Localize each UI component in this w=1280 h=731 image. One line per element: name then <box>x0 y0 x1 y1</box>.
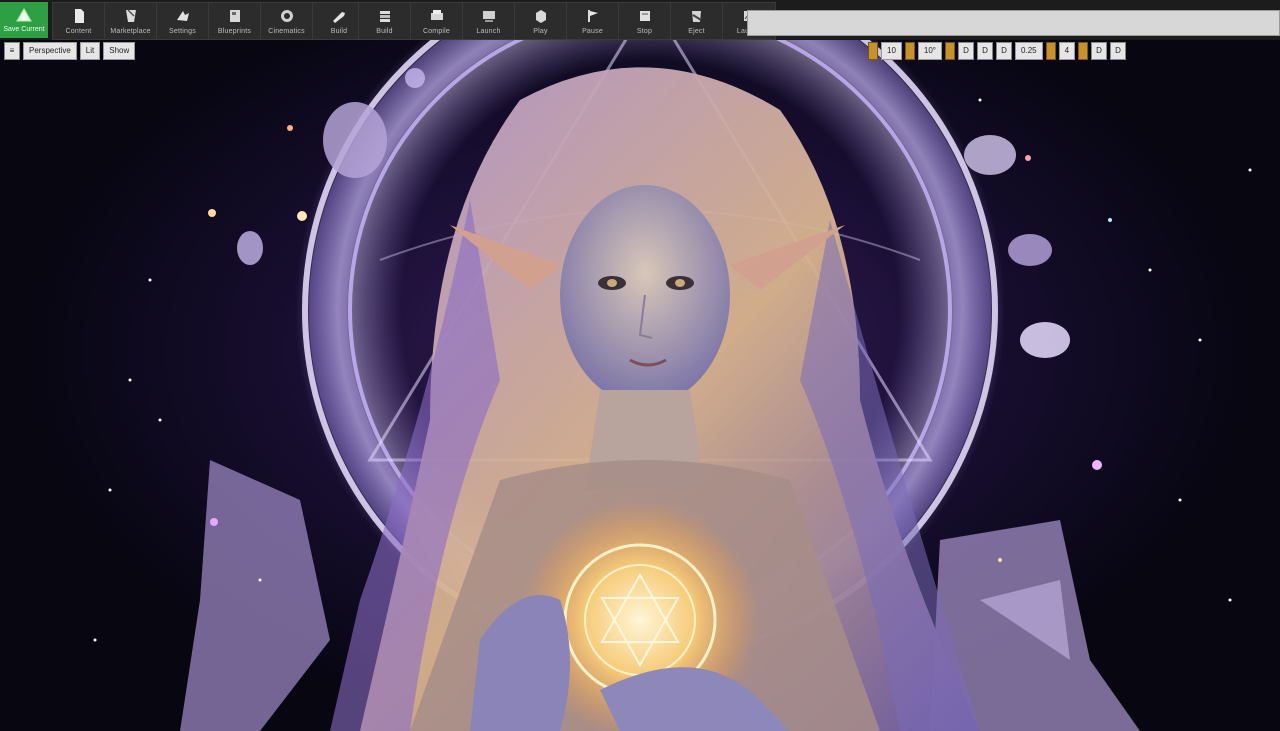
eject-label: Eject <box>688 28 705 35</box>
show-button[interactable]: Show <box>103 42 136 60</box>
launch-button-1[interactable]: Launch <box>463 3 515 39</box>
build-label-1: Build <box>330 28 348 35</box>
flag-icon <box>587 10 598 22</box>
pause-button[interactable]: Pause <box>567 3 619 39</box>
build-label-2: Build <box>376 28 393 35</box>
play-label: Play <box>533 28 548 35</box>
gear-icon <box>176 11 189 21</box>
box-icon <box>639 11 650 21</box>
content-label: Content <box>65 28 92 35</box>
play-button[interactable]: Play <box>515 3 567 39</box>
grid-snap-value[interactable]: 10 <box>881 42 902 60</box>
film-icon <box>280 10 293 22</box>
settings-label: Settings <box>169 28 196 35</box>
toolbar-group-content: Content Marketplace Settings Blueprints … <box>52 2 366 40</box>
stack-icon <box>379 11 390 22</box>
settings-button[interactable]: Settings <box>157 3 209 39</box>
camera-speed-toggle[interactable] <box>1045 42 1056 60</box>
snap-option-3[interactable]: D <box>996 42 1013 60</box>
bin-icon <box>691 11 702 22</box>
marketplace-label: Marketplace <box>110 28 151 35</box>
save-current-label: Save Current <box>3 26 45 33</box>
layout-option-2[interactable]: D <box>1110 42 1127 60</box>
blueprint-icon <box>229 10 240 22</box>
viewport-toolbar-left: ≡ Perspective Lit Show <box>4 42 136 60</box>
snap-option-2[interactable]: D <box>977 42 994 60</box>
launch-label-1: Launch <box>476 28 501 35</box>
content-button[interactable]: Content <box>53 3 105 39</box>
hammer-icon <box>333 12 345 23</box>
viewport-toolbar-right: 10 10° D D D 0.25 4 D D <box>868 42 1127 60</box>
blueprints-label: Blueprints <box>217 28 252 35</box>
main-toolbar: Save Current Content Marketplace Setting… <box>0 0 1280 41</box>
camera-speed-value[interactable]: 4 <box>1058 42 1076 60</box>
cinematics-label: Cinematics <box>268 28 305 35</box>
cube-icon <box>535 10 546 23</box>
bag-icon <box>125 9 136 22</box>
page-icon <box>74 9 84 23</box>
marketplace-button[interactable]: Marketplace <box>105 3 157 39</box>
cinematics-button[interactable]: Cinematics <box>261 3 313 39</box>
blueprints-button[interactable]: Blueprints <box>209 3 261 39</box>
search-input[interactable] <box>747 10 1280 36</box>
editor-window: Save Current Content Marketplace Setting… <box>0 0 1280 731</box>
compile-button[interactable]: Compile <box>411 3 463 39</box>
perspective-button[interactable]: Perspective <box>23 42 77 60</box>
lit-button[interactable]: Lit <box>79 42 101 60</box>
translate-toggle[interactable] <box>868 42 878 60</box>
printer-icon <box>430 10 443 20</box>
maximize-toggle[interactable] <box>1078 42 1089 60</box>
toolbar-group-play: Build Compile Launch Play Pause Stop Eje… <box>358 2 776 40</box>
viewport-menu-button[interactable]: ≡ <box>4 42 20 60</box>
save-current-button[interactable]: Save Current <box>0 2 48 38</box>
save-icon <box>16 8 32 22</box>
compile-label: Compile <box>422 28 451 35</box>
build-button-2[interactable]: Build <box>359 3 411 39</box>
scene-render <box>93 40 1252 731</box>
scale-snap-value[interactable]: 0.25 <box>1015 42 1043 60</box>
stop-button[interactable]: Stop <box>619 3 671 39</box>
stop-label: Stop <box>636 28 653 35</box>
level-viewport[interactable] <box>0 40 1280 731</box>
rotate-toggle[interactable] <box>904 42 915 60</box>
eject-button[interactable]: Eject <box>671 3 723 39</box>
angle-snap-value[interactable]: 10° <box>917 42 943 60</box>
scale-toggle[interactable] <box>945 42 956 60</box>
monitor-icon <box>482 11 495 22</box>
snap-option-1[interactable]: D <box>958 42 975 60</box>
pause-label: Pause <box>582 28 603 35</box>
layout-option-1[interactable]: D <box>1091 42 1108 60</box>
